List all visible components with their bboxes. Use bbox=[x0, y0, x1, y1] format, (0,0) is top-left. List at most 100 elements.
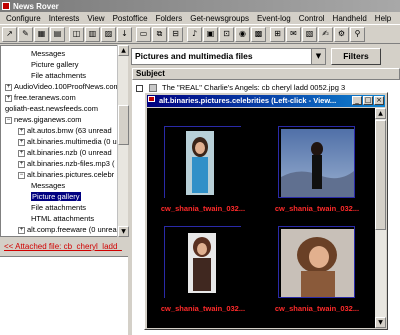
gallery-window-icon bbox=[148, 96, 155, 102]
menu-help[interactable]: Help bbox=[371, 14, 395, 23]
picture-gallery-window[interactable]: alt.binaries.pictures.celebrities (Left-… bbox=[144, 92, 388, 330]
menu-handheld[interactable]: Handheld bbox=[329, 14, 371, 23]
collapse-icon[interactable]: − bbox=[18, 171, 25, 179]
tree-node[interactable]: Messages bbox=[31, 180, 65, 191]
toolbar-button-2-icon[interactable]: ✎ bbox=[18, 26, 33, 42]
menu-event-log[interactable]: Event-log bbox=[253, 14, 295, 23]
expand-icon[interactable]: + bbox=[5, 83, 12, 91]
gallery-thumbnail[interactable] bbox=[164, 226, 242, 299]
toolbar-button-8-icon[interactable]: ↓ bbox=[117, 26, 132, 42]
toolbar-button-15-icon[interactable]: ◉ bbox=[235, 26, 250, 42]
tree-node-label: Messages bbox=[31, 49, 66, 58]
toolbar-button-9-icon[interactable]: ▭ bbox=[136, 26, 151, 42]
tree-node[interactable]: File attachments bbox=[31, 202, 86, 213]
tree-node[interactable]: + free.teranews.com bbox=[5, 92, 76, 103]
tree-node[interactable]: HTML attachments bbox=[31, 213, 94, 224]
toolbar-button-20-icon[interactable]: ✍ bbox=[318, 26, 333, 42]
tree-node[interactable]: goliath-east.newsfeeds.com bbox=[5, 103, 98, 114]
picture-file-icon bbox=[149, 84, 158, 93]
toolbar-button-18-icon[interactable]: ✉ bbox=[286, 26, 301, 42]
tree-node[interactable]: Picture gallery bbox=[31, 59, 79, 70]
newsgroup-tree[interactable]: Messages Picture gallery File attachments +… bbox=[0, 45, 128, 237]
toolbar-button-7-icon[interactable]: ▨ bbox=[101, 26, 116, 42]
toolbar-button-12-icon[interactable]: ♪ bbox=[187, 26, 202, 42]
toolbar-button-4-icon[interactable]: ▤ bbox=[50, 26, 65, 42]
tree-node-label: alt.binaries.nzb (0 unread bbox=[27, 148, 112, 157]
expand-icon[interactable]: + bbox=[18, 149, 25, 157]
expand-icon[interactable]: + bbox=[18, 226, 25, 234]
tree-node[interactable]: − alt.binaries.pictures.celebr bbox=[18, 169, 114, 180]
tree-node[interactable]: + AudioVideo.100ProofNews.com bbox=[5, 81, 120, 92]
expand-icon[interactable]: + bbox=[5, 94, 12, 102]
thumbnail-caption: cw_shania_twain_032... bbox=[160, 304, 246, 313]
toolbar-button-21-icon[interactable]: ⚙ bbox=[334, 26, 349, 42]
app-icon bbox=[2, 2, 10, 10]
menu-view[interactable]: View bbox=[83, 14, 108, 23]
article-checkbox[interactable] bbox=[136, 84, 143, 92]
menu-interests[interactable]: Interests bbox=[45, 14, 84, 23]
gallery-thumbnail[interactable] bbox=[278, 126, 355, 198]
toolbar-button-1-icon[interactable]: ↗ bbox=[2, 26, 17, 42]
gallery-thumbnail[interactable] bbox=[164, 126, 242, 199]
menu-get-newsgroups[interactable]: Get-newsgroups bbox=[186, 14, 253, 23]
close-icon[interactable]: × bbox=[374, 96, 384, 105]
toolbar-button-11-icon[interactable]: ⊟ bbox=[168, 26, 183, 42]
tree-scroll-thumb[interactable] bbox=[118, 105, 129, 145]
expand-icon[interactable]: + bbox=[18, 160, 25, 168]
thumbnail-caption: cw_shania_twain_032... bbox=[274, 304, 360, 313]
tree-scrollbar[interactable]: ▲ ▼ bbox=[117, 45, 129, 237]
expand-icon[interactable]: + bbox=[18, 127, 25, 135]
menu-configure[interactable]: Configure bbox=[2, 14, 45, 23]
thumbnail-photo bbox=[165, 127, 242, 199]
tree-node-label: Picture gallery bbox=[31, 60, 79, 69]
gallery-scrollbar[interactable]: ▲ ▼ bbox=[375, 108, 386, 328]
scroll-down-icon[interactable]: ▼ bbox=[118, 226, 129, 237]
toolbar-button-3-icon[interactable]: ▦ bbox=[34, 26, 49, 42]
message-preview-pane bbox=[0, 256, 128, 335]
collapse-icon[interactable]: − bbox=[5, 116, 12, 124]
menu-control[interactable]: Control bbox=[295, 14, 329, 23]
toolbar-button-6-icon[interactable]: ▥ bbox=[85, 26, 100, 42]
tree-node[interactable]: + alt.comp.freeware (0 unread bbox=[18, 224, 121, 235]
tree-node-label: Messages bbox=[31, 181, 66, 190]
tree-node-label: alt.binaries.nzb-files.mp3 ( bbox=[27, 159, 115, 168]
toolbar-button-5-icon[interactable]: ◫ bbox=[69, 26, 84, 42]
filters-button[interactable]: Filters bbox=[331, 48, 381, 65]
scroll-down-icon[interactable]: ▼ bbox=[375, 317, 386, 328]
filter-select-value: Pictures and multimedia files bbox=[135, 51, 253, 61]
maximize-icon[interactable]: □ bbox=[363, 96, 373, 105]
expand-icon[interactable]: + bbox=[18, 138, 25, 146]
tree-node[interactable]: + alt.binaries.nzb (0 unread bbox=[18, 147, 112, 158]
menu-postoffice[interactable]: Postoffice bbox=[109, 14, 152, 23]
scroll-up-icon[interactable]: ▲ bbox=[118, 45, 129, 56]
filter-select[interactable]: Pictures and multimedia files ▼ bbox=[131, 48, 326, 65]
subject-column-header[interactable]: Subject bbox=[132, 68, 400, 80]
tree-node-label: HTML attachments bbox=[31, 214, 95, 223]
tree-node[interactable]: + alt.binaries.nzb-files.mp3 ( bbox=[18, 158, 115, 169]
tree-node[interactable]: − news.giganews.com bbox=[5, 114, 82, 125]
gallery-scroll-thumb[interactable] bbox=[375, 120, 386, 230]
toolbar-button-22-icon[interactable]: ⚲ bbox=[350, 26, 365, 42]
toolbar-button-17-icon[interactable]: ⊞ bbox=[270, 26, 285, 42]
window-titlebar[interactable]: News Rover bbox=[0, 0, 400, 12]
toolbar-button-14-icon[interactable]: ⊡ bbox=[219, 26, 234, 42]
toolbar-button-10-icon[interactable]: ⧉ bbox=[152, 26, 167, 42]
menu-folders[interactable]: Folders bbox=[152, 14, 187, 23]
toolbar-button-16-icon[interactable]: ▩ bbox=[251, 26, 266, 42]
gallery-titlebar[interactable]: alt.binaries.pictures.celebrities (Left-… bbox=[147, 95, 385, 107]
minimize-icon[interactable]: _ bbox=[352, 96, 362, 105]
toolbar-button-13-icon[interactable]: ▣ bbox=[203, 26, 218, 42]
tree-node[interactable]: + alt.binaries.multimedia (0 u bbox=[18, 136, 117, 147]
tree-node[interactable]: Picture gallery bbox=[31, 191, 81, 202]
tree-node[interactable]: File attachments bbox=[31, 70, 86, 81]
tree-node[interactable]: + alt.autos.bmw (63 unread bbox=[18, 125, 112, 136]
toolbar-button-19-icon[interactable]: ▧ bbox=[302, 26, 317, 42]
chevron-down-icon[interactable]: ▼ bbox=[311, 49, 325, 64]
tree-node[interactable]: Messages bbox=[31, 48, 65, 59]
tree-node-label: news.giganews.com bbox=[14, 115, 82, 124]
attached-file-link[interactable]: << Attached file: cb_cheryl_ladd_ bbox=[4, 242, 130, 254]
scroll-up-icon[interactable]: ▲ bbox=[375, 108, 386, 119]
tree-node-label: goliath-east.newsfeeds.com bbox=[5, 104, 98, 113]
gallery-grid[interactable]: cw_shania_twain_032... cw_shania_twain_0… bbox=[147, 108, 375, 328]
gallery-thumbnail[interactable] bbox=[278, 226, 355, 298]
